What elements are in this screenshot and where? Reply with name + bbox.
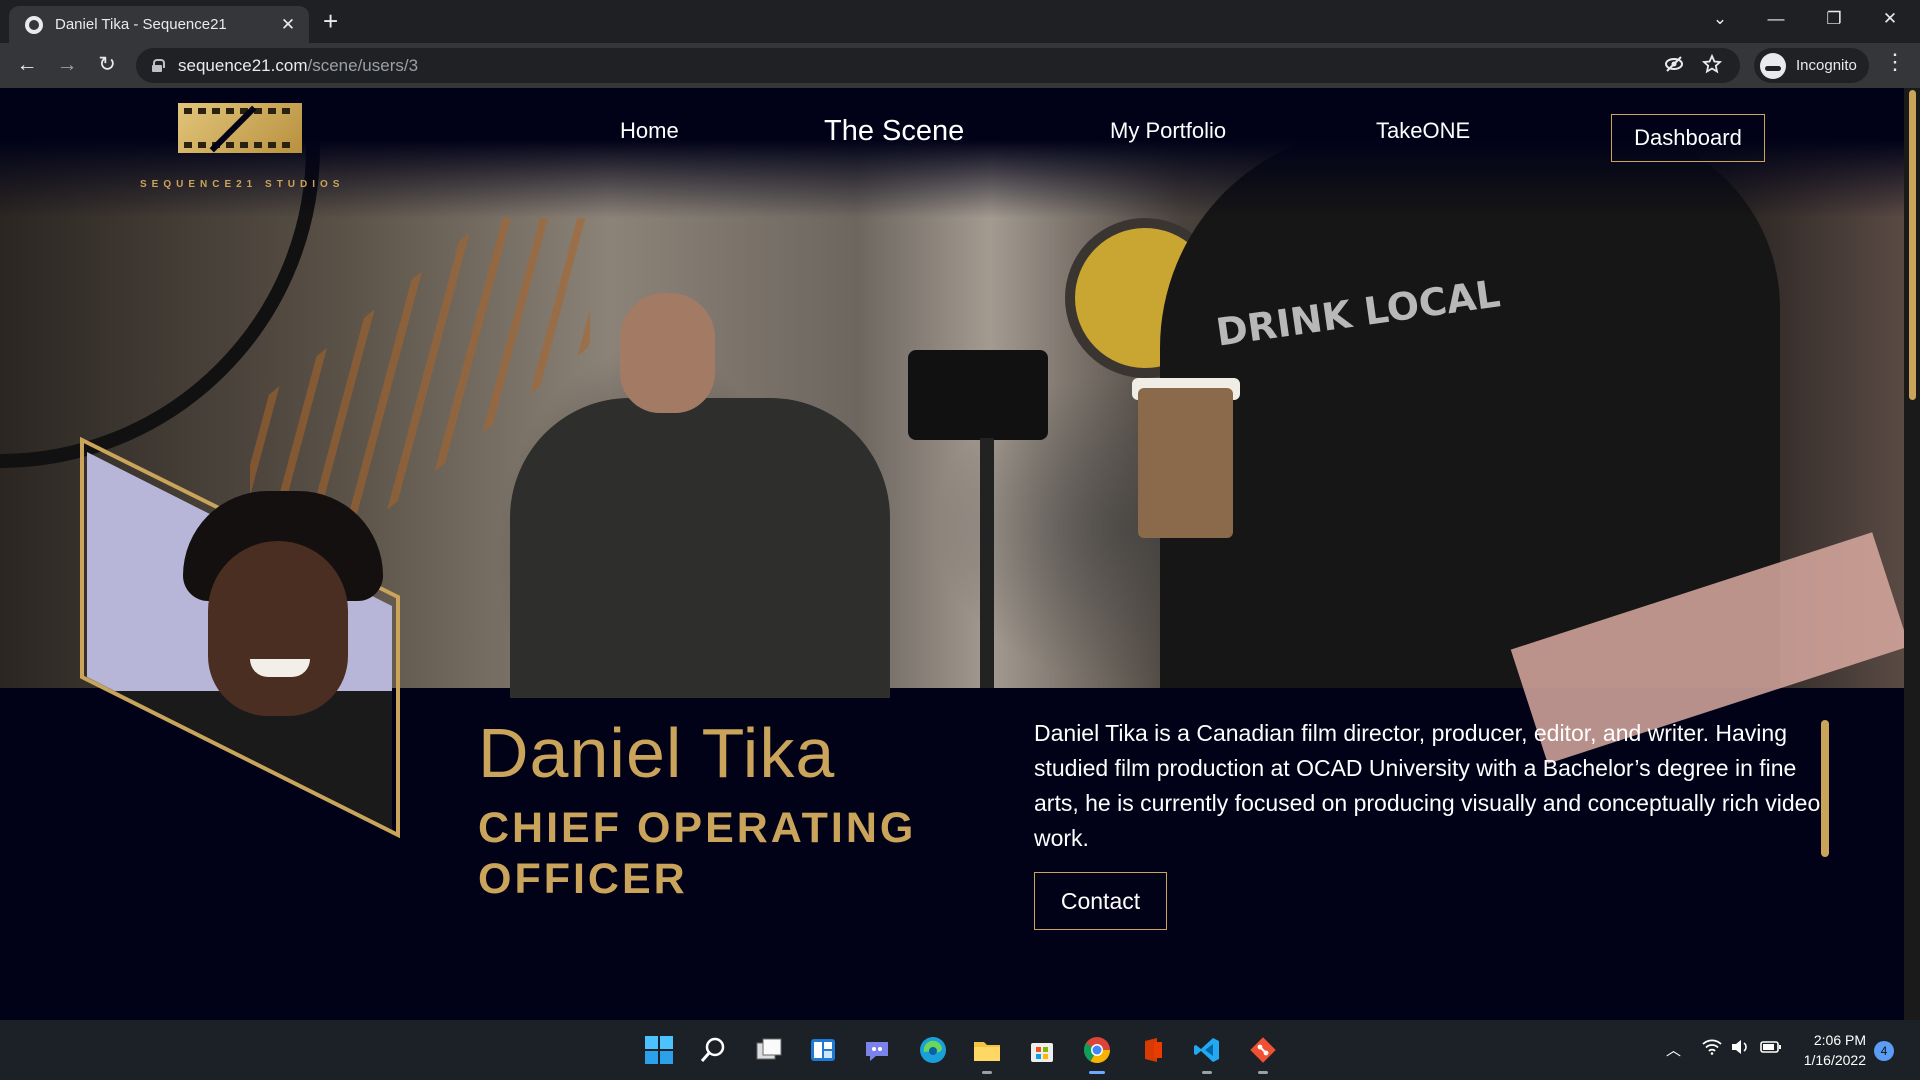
globe-favicon-icon: [25, 15, 43, 34]
nav-home[interactable]: Home: [620, 118, 679, 144]
forward-button[interactable]: →: [52, 51, 82, 79]
windows-start-icon[interactable]: [642, 1033, 676, 1067]
dashboard-button[interactable]: Dashboard: [1611, 114, 1765, 162]
address-bar[interactable]: sequence21.com/scene/users/3: [136, 48, 1740, 83]
windows-taskbar: ︿ 2:06 PM 1/16/2022 4: [0, 1020, 1920, 1080]
vs-code-running-indicator: [1202, 1071, 1212, 1074]
browser-menu-icon[interactable]: ⋮: [1884, 49, 1906, 75]
contact-button[interactable]: Contact: [1034, 872, 1167, 930]
new-tab-button[interactable]: +: [323, 6, 338, 36]
chrome-active-indicator: [1089, 1071, 1105, 1074]
bookmark-star-icon[interactable]: [1701, 53, 1723, 80]
profile-bio: Daniel Tika is a Canadian film director,…: [1034, 720, 1821, 851]
reload-button[interactable]: ↻: [92, 51, 122, 79]
hero-person-left-head: [620, 293, 715, 413]
portrait-smile: [250, 659, 310, 677]
office-icon[interactable]: [1136, 1033, 1170, 1067]
wifi-icon[interactable]: [1702, 1039, 1722, 1059]
restore-button[interactable]: ❐: [1806, 4, 1862, 34]
battery-icon[interactable]: [1760, 1039, 1782, 1059]
nav-takeone[interactable]: TakeONE: [1376, 118, 1470, 144]
page-scrollbar[interactable]: [1904, 88, 1920, 1020]
profile-name: Daniel Tika: [478, 714, 836, 792]
vs-code-icon[interactable]: [1190, 1033, 1224, 1074]
git-running-indicator: [1258, 1071, 1268, 1074]
nav-my-portfolio[interactable]: My Portfolio: [1110, 118, 1226, 144]
close-window-button[interactable]: ✕: [1862, 4, 1918, 34]
chrome-icon[interactable]: [1080, 1033, 1114, 1074]
file-explorer-icon[interactable]: [970, 1033, 1004, 1074]
page-scrollbar-thumb[interactable]: [1909, 90, 1916, 400]
webpage: DRINK LOCAL SEQUENCE21 STUDIOS Home The …: [0, 88, 1904, 1020]
minimize-button[interactable]: —: [1748, 4, 1804, 34]
taskbar-clock[interactable]: 2:06 PM 1/16/2022: [1790, 1030, 1866, 1070]
url-host: sequence21.com: [178, 55, 308, 75]
widgets-icon[interactable]: [806, 1033, 840, 1067]
logo-text: SEQUENCE21 STUDIOS: [140, 179, 345, 190]
file-explorer-running-indicator: [982, 1071, 992, 1074]
volume-icon[interactable]: [1730, 1039, 1750, 1059]
nav-the-scene[interactable]: The Scene: [824, 115, 964, 148]
site-logo[interactable]: SEQUENCE21 STUDIOS: [140, 103, 340, 190]
hero-camera-monitor: [908, 350, 1048, 440]
incognito-icon: [1760, 52, 1786, 79]
taskbar-time: 2:06 PM: [1813, 1032, 1866, 1048]
portrait-face: [208, 541, 348, 716]
show-hidden-icons-chevron-icon[interactable]: ︿: [1666, 1039, 1681, 1060]
eye-off-icon[interactable]: [1664, 54, 1684, 80]
browser-toolbar: ← → ↻ sequence21.com/scene/users/3 Incog…: [0, 43, 1920, 88]
edge-icon[interactable]: [916, 1033, 950, 1067]
hero-tripod: [980, 438, 994, 688]
profile-role: CHIEF OPERATING OFFICER: [478, 804, 917, 903]
browser-tab-active[interactable]: Daniel Tika - Sequence21 ✕: [9, 6, 309, 43]
teams-chat-icon[interactable]: [860, 1033, 894, 1067]
incognito-label: Incognito: [1796, 57, 1857, 74]
tab-search-button[interactable]: ⌄: [1692, 4, 1748, 34]
hero-person-left-body: [510, 398, 890, 698]
url-path: /scene/users/3: [307, 55, 419, 75]
search-icon[interactable]: [696, 1033, 730, 1067]
hero-coffee-cup: [1138, 388, 1233, 538]
tab-title: Daniel Tika - Sequence21: [55, 16, 227, 33]
task-view-icon[interactable]: [752, 1033, 786, 1067]
microsoft-store-icon[interactable]: [1025, 1033, 1059, 1067]
lock-icon[interactable]: [152, 59, 165, 72]
git-icon[interactable]: [1246, 1033, 1280, 1074]
bio-scroll-indicator[interactable]: [1821, 720, 1829, 857]
back-button[interactable]: ←: [12, 51, 42, 79]
notification-badge[interactable]: 4: [1874, 1041, 1894, 1061]
taskbar-date: 1/16/2022: [1803, 1052, 1866, 1068]
profile-portrait: [78, 431, 402, 847]
logo-film-holes-top: [184, 108, 296, 114]
tab-close-icon[interactable]: ✕: [277, 15, 299, 35]
browser-tab-strip: Daniel Tika - Sequence21 ✕ + ⌄ — ❐ ✕: [0, 0, 1920, 43]
logo-film-holes-bottom: [184, 142, 296, 148]
incognito-indicator[interactable]: Incognito: [1754, 48, 1869, 83]
